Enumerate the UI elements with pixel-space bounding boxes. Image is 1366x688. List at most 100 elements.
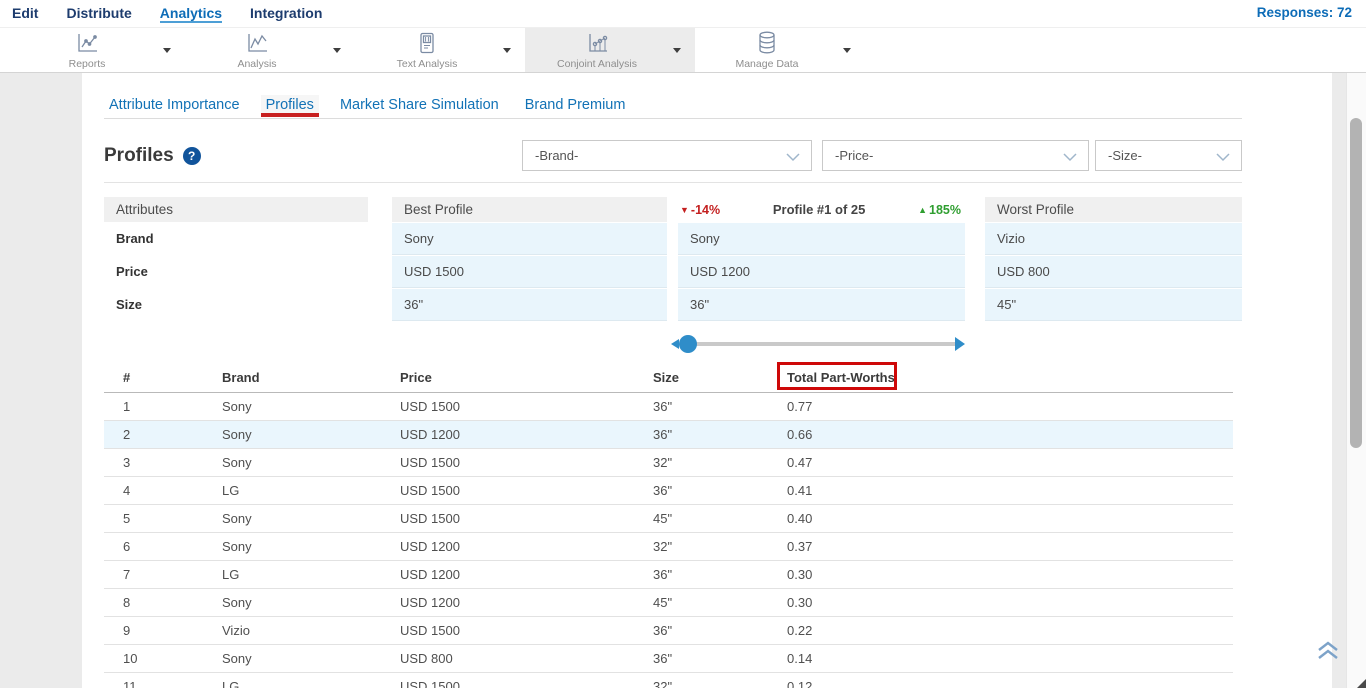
- slider-next-arrow-icon[interactable]: [955, 337, 965, 351]
- line-chart-icon: [74, 30, 100, 56]
- cell-num: 9: [104, 616, 222, 644]
- scatter-chart-icon: [584, 30, 610, 56]
- tabs-divider: [104, 118, 1242, 119]
- toolbar-item-text-analysis[interactable]: Text Analysis: [355, 28, 525, 72]
- nav-item-analytics[interactable]: Analytics: [160, 5, 222, 23]
- cell-size: 36": [653, 560, 787, 588]
- attribute-label-price: Price: [104, 255, 368, 288]
- cell-brand: Sony: [222, 448, 400, 476]
- cell-size: 32": [653, 532, 787, 560]
- table-row[interactable]: 6SonyUSD 120032"0.37: [104, 532, 1233, 560]
- cell-size: 45": [653, 588, 787, 616]
- cell-brand: Vizio: [222, 616, 400, 644]
- cell-brand: Sony: [222, 588, 400, 616]
- cell-brand: Sony: [222, 420, 400, 448]
- conjoint-tabs: Attribute Importance Profiles Market Sha…: [104, 95, 630, 117]
- scrollbar-thumb[interactable]: [1350, 118, 1362, 448]
- toolbar-item-label: Reports: [69, 58, 106, 70]
- cell-total: 0.40: [787, 504, 1233, 532]
- worst-profile-size: 45": [985, 289, 1242, 321]
- cell-total: 0.41: [787, 476, 1233, 504]
- current-profile-price: USD 1200: [678, 256, 965, 288]
- table-row[interactable]: 11LGUSD 150032"0.12: [104, 672, 1233, 688]
- chevron-down-icon[interactable]: [503, 48, 511, 53]
- cell-brand: Sony: [222, 392, 400, 420]
- cell-brand: LG: [222, 672, 400, 688]
- nav-item-integration[interactable]: Integration: [250, 5, 322, 23]
- table-row[interactable]: 8SonyUSD 120045"0.30: [104, 588, 1233, 616]
- cell-num: 11: [104, 672, 222, 688]
- attributes-header: Attributes: [104, 197, 368, 222]
- toolbar-item-label: Text Analysis: [397, 58, 458, 70]
- help-icon[interactable]: ?: [183, 147, 201, 165]
- table-row[interactable]: 5SonyUSD 150045"0.40: [104, 504, 1233, 532]
- current-profile-size: 36": [678, 289, 965, 321]
- cell-num: 2: [104, 420, 222, 448]
- triangle-down-icon: ▼: [680, 205, 689, 215]
- size-filter-dropdown[interactable]: -Size-: [1095, 140, 1242, 171]
- price-filter-dropdown[interactable]: -Price-: [822, 140, 1089, 171]
- tab-attribute-importance[interactable]: Attribute Importance: [104, 95, 245, 117]
- cell-num: 5: [104, 504, 222, 532]
- price-filter-value: -Price-: [835, 148, 873, 163]
- chevron-down-icon[interactable]: [843, 48, 851, 53]
- best-profile-column: Best Profile Sony USD 1500 36": [392, 197, 667, 321]
- toolbar-item-conjoint-analysis[interactable]: Conjoint Analysis: [525, 28, 695, 72]
- table-row[interactable]: 1SonyUSD 150036"0.77: [104, 392, 1233, 420]
- cell-price: USD 1200: [400, 560, 653, 588]
- analytics-toolbar: Reports Analysis Text Ana: [0, 28, 1366, 73]
- part-worths-table: # Brand Price Size Total Part-Worths 1So…: [104, 364, 1233, 688]
- table-row[interactable]: 2SonyUSD 120036"0.66: [104, 420, 1233, 448]
- brand-filter-dropdown[interactable]: -Brand-: [522, 140, 812, 171]
- scrollbar-track[interactable]: [1346, 73, 1366, 688]
- toolbar-item-analysis[interactable]: Analysis: [185, 28, 355, 72]
- cell-num: 7: [104, 560, 222, 588]
- best-profile-size: 36": [392, 289, 667, 321]
- cell-brand: Sony: [222, 532, 400, 560]
- cell-num: 1: [104, 392, 222, 420]
- top-nav: Edit Distribute Analytics Integration Re…: [0, 0, 1366, 28]
- cell-total: 0.30: [787, 560, 1233, 588]
- tab-brand-premium[interactable]: Brand Premium: [520, 95, 631, 117]
- chevron-down-icon[interactable]: [333, 48, 341, 53]
- cell-brand: Sony: [222, 504, 400, 532]
- responses-count: Responses: 72: [1257, 5, 1352, 20]
- cell-price: USD 1500: [400, 672, 653, 688]
- table-row[interactable]: 3SonyUSD 150032"0.47: [104, 448, 1233, 476]
- triangle-up-icon: ▲: [918, 205, 927, 215]
- profile-slider-handle[interactable]: [679, 335, 697, 353]
- cell-total: 0.47: [787, 448, 1233, 476]
- col-header-num[interactable]: #: [104, 364, 222, 392]
- col-header-total-part-worths[interactable]: Total Part-Worths: [787, 364, 1233, 392]
- cell-total: 0.66: [787, 420, 1233, 448]
- table-row[interactable]: 9VizioUSD 150036"0.22: [104, 616, 1233, 644]
- nav-item-edit[interactable]: Edit: [12, 5, 38, 23]
- table-row[interactable]: 4LGUSD 150036"0.41: [104, 476, 1233, 504]
- cell-price: USD 1500: [400, 616, 653, 644]
- worst-profile-brand: Vizio: [985, 223, 1242, 255]
- attributes-column: Attributes Brand Price Size: [104, 197, 368, 321]
- cell-price: USD 1500: [400, 504, 653, 532]
- database-icon: [754, 30, 780, 56]
- table-row[interactable]: 10SonyUSD 80036"0.14: [104, 644, 1233, 672]
- tab-market-share-simulation[interactable]: Market Share Simulation: [335, 95, 504, 117]
- table-row[interactable]: 7LGUSD 120036"0.30: [104, 560, 1233, 588]
- chevron-down-icon[interactable]: [673, 48, 681, 53]
- toolbar-item-manage-data[interactable]: Manage Data: [695, 28, 865, 72]
- nav-item-distribute[interactable]: Distribute: [66, 5, 131, 23]
- col-header-brand[interactable]: Brand: [222, 364, 400, 392]
- profile-slider-track[interactable]: [688, 342, 962, 346]
- tab-profiles[interactable]: Profiles: [261, 95, 319, 117]
- cell-total: 0.14: [787, 644, 1233, 672]
- scroll-to-top-button[interactable]: [1316, 640, 1340, 662]
- cell-total: 0.77: [787, 392, 1233, 420]
- chevron-down-icon[interactable]: [163, 48, 171, 53]
- col-header-size[interactable]: Size: [653, 364, 787, 392]
- col-header-price[interactable]: Price: [400, 364, 653, 392]
- toolbar-item-reports[interactable]: Reports: [15, 28, 185, 72]
- better-than-worst-pct: ▲185%: [918, 203, 961, 217]
- cell-num: 3: [104, 448, 222, 476]
- table-header-row: # Brand Price Size Total Part-Worths: [104, 364, 1233, 392]
- cell-total: 0.22: [787, 616, 1233, 644]
- double-chevron-up-icon: [1316, 640, 1340, 662]
